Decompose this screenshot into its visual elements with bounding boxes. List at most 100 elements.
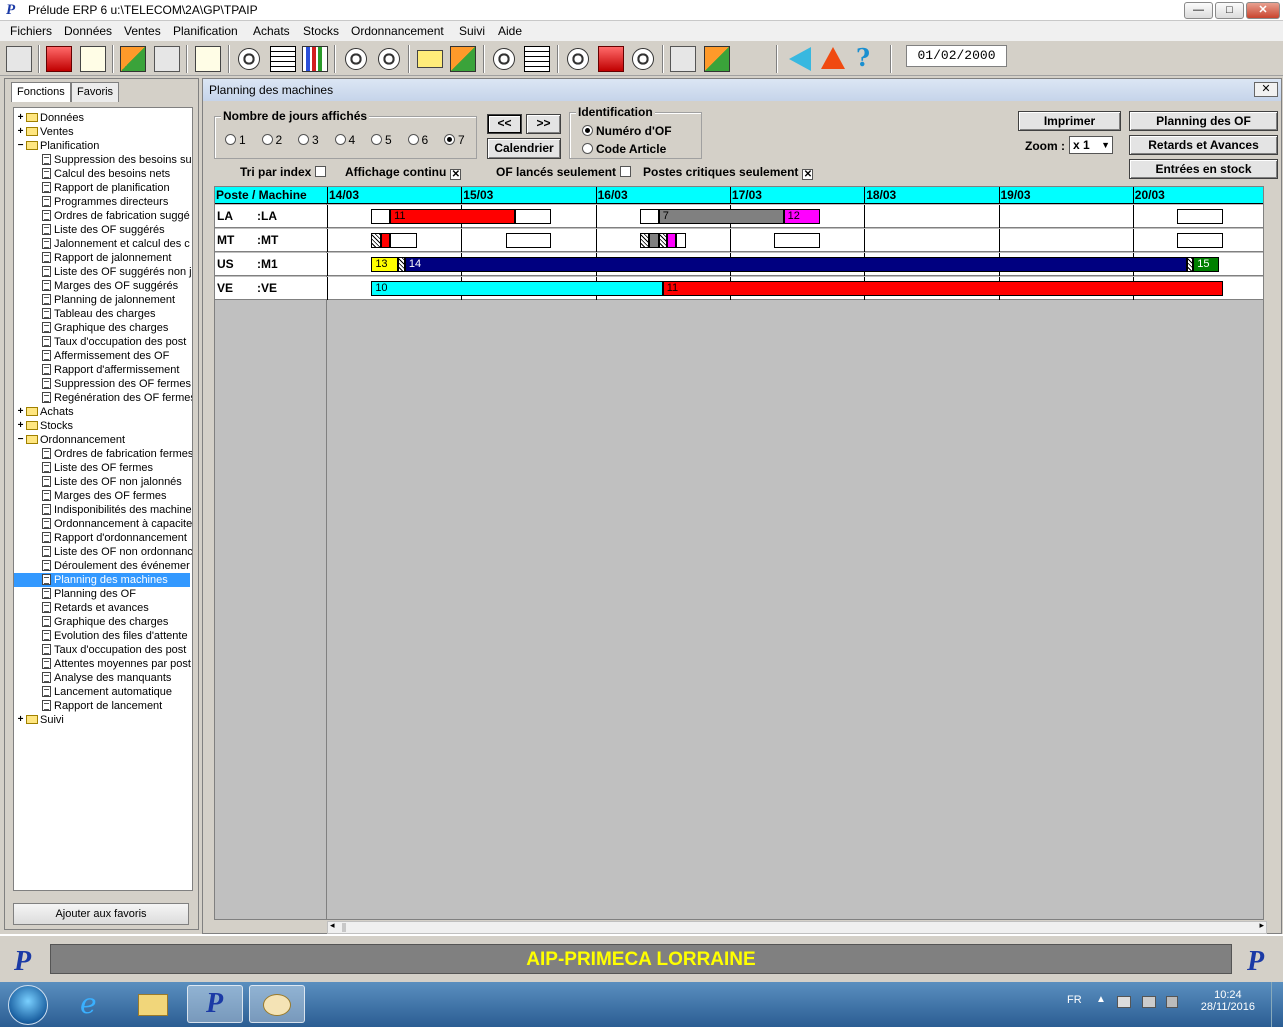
tree-item-38[interactable]: Taux d'occupation des post (42, 643, 186, 657)
network-icon[interactable] (1142, 996, 1156, 1008)
of-bar[interactable] (649, 233, 659, 248)
tree-item-28[interactable]: Indisponibilités des machine (42, 503, 192, 517)
bar-chart-icon[interactable] (302, 46, 328, 72)
taskbar-explorer-icon[interactable] (126, 985, 182, 1023)
tree-item-34[interactable]: Planning des OF (42, 587, 136, 601)
gantt-row[interactable]: MT:MT (215, 229, 1263, 252)
zoom-select[interactable]: x 1 ▼ (1069, 136, 1113, 154)
tree-item-42[interactable]: Rapport de lancement (42, 699, 162, 713)
table-icon[interactable] (270, 46, 296, 72)
tree-item-26[interactable]: Liste des OF non jalonnés (42, 475, 182, 489)
radio-days-4[interactable]: 4 (334, 133, 355, 147)
transfer-icon[interactable] (450, 46, 476, 72)
show-desktop-button[interactable] (1271, 982, 1283, 1027)
window-close-button[interactable]: ✕ (1254, 82, 1278, 97)
expand-icon[interactable]: + (16, 112, 25, 123)
da-icon[interactable] (345, 48, 367, 70)
gantt-row[interactable]: VE:VE 10 11 (215, 277, 1263, 300)
tree-folder-1[interactable]: + Ventes (16, 125, 74, 139)
tree-item-13[interactable]: Planning de jalonnement (42, 293, 175, 307)
of-bar-12[interactable]: 12 (783, 209, 820, 224)
radio-days-5[interactable]: 5 (371, 133, 392, 147)
tree-item-36[interactable]: Graphique des charges (42, 615, 168, 629)
gantt-row[interactable]: US:M1 13 14 15 (215, 253, 1263, 276)
menu-item-aide[interactable]: Aide (498, 24, 522, 38)
tree-item-15[interactable]: Graphique des charges (42, 321, 168, 335)
tree-item-35[interactable]: Retards et avances (42, 601, 149, 615)
calendar-icon[interactable] (195, 46, 221, 72)
tree-item-27[interactable]: Marges des OF fermes (42, 489, 166, 503)
help-icon[interactable]: ? (856, 46, 882, 72)
of-bar-10[interactable]: 10 (371, 281, 663, 296)
taskbar-ie-icon[interactable]: e (64, 985, 120, 1023)
tree-item-18[interactable]: Rapport d'affermissement (42, 363, 179, 377)
of-bar-11[interactable]: 11 (662, 281, 1223, 296)
of-bar-15[interactable]: 15 (1193, 257, 1219, 272)
of-bar[interactable] (515, 209, 552, 224)
next-period-button[interactable]: >> (526, 114, 561, 134)
tree-item-40[interactable]: Analyse des manquants (42, 671, 171, 685)
tree-item-39[interactable]: Attentes moyennes par post (42, 657, 191, 671)
tab-favoris[interactable]: Favoris (71, 82, 120, 102)
envelope-icon[interactable] (417, 50, 443, 68)
tree-item-4[interactable]: Calcul des besoins nets (42, 167, 170, 181)
edit-of-icon[interactable] (598, 46, 624, 72)
of-bar[interactable] (658, 233, 667, 248)
of-bar[interactable] (639, 209, 659, 224)
of-bar[interactable] (380, 233, 391, 248)
radio-code-article[interactable]: Code Article (582, 142, 666, 156)
tree-item-41[interactable]: Lancement automatique (42, 685, 172, 699)
tray-expand-icon[interactable]: ▲ (1096, 994, 1106, 1005)
tree-folder-23[interactable]: − Ordonnancement (16, 433, 125, 447)
expand-icon[interactable]: + (16, 406, 25, 417)
tree-item-19[interactable]: Suppression des OF fermes (42, 377, 191, 391)
clock[interactable]: 10:24 28/11/2016 (1201, 989, 1255, 1013)
radio-days-7[interactable]: 7 (444, 133, 465, 147)
of-bar[interactable] (639, 233, 650, 248)
of-bar[interactable] (666, 233, 677, 248)
tab-fonctions[interactable]: Fonctions (11, 82, 71, 102)
tree-item-11[interactable]: Liste des OF suggérés non j (42, 265, 192, 279)
taskbar-paint-icon[interactable] (249, 985, 305, 1023)
of-bar-11[interactable]: 11 (390, 209, 515, 224)
tree-item-33[interactable]: Planning des machines (14, 573, 190, 587)
collapse-icon[interactable]: − (16, 434, 25, 445)
tree-item-10[interactable]: Rapport de jalonnement (42, 251, 171, 265)
gantt-icon[interactable] (524, 46, 550, 72)
check-of-lances[interactable]: OF lancés seulement (496, 165, 632, 179)
scroll-thumb[interactable] (342, 923, 346, 932)
tree-item-25[interactable]: Liste des OF fermes (42, 461, 153, 475)
menu-item-stocks[interactable]: Stocks (303, 24, 339, 38)
tree-item-32[interactable]: Déroulement des événemer (42, 559, 190, 573)
sales-icon[interactable] (46, 46, 72, 72)
of-bar-13[interactable]: 13 (371, 257, 399, 272)
tree-item-17[interactable]: Affermissement des OF (42, 349, 169, 363)
check-tri-index[interactable]: Tri par index (240, 165, 327, 179)
of-follow-icon[interactable] (632, 48, 654, 70)
volume-muted-icon[interactable] (1166, 996, 1178, 1008)
radio-numero-of[interactable]: Numéro d'OF (582, 124, 672, 138)
menu-item-achats[interactable]: Achats (253, 24, 290, 38)
scroll-left-icon[interactable]: ◂ (330, 920, 335, 931)
check-affichage-continu[interactable]: Affichage continu ✕ (345, 165, 462, 180)
tree-item-14[interactable]: Tableau des charges (42, 307, 156, 321)
check-postes-critiques[interactable]: Postes critiques seulement ✕ (643, 165, 814, 180)
stock-entries-button[interactable]: Entrées en stock (1129, 159, 1278, 179)
arrow-left-icon[interactable] (789, 47, 811, 71)
tree-item-12[interactable]: Marges des OF suggérés (42, 279, 178, 293)
menu-item-ordonnancement[interactable]: Ordonnancement (351, 24, 444, 38)
language-indicator[interactable]: FR (1067, 994, 1082, 1006)
tree-item-7[interactable]: Ordres de fabrication suggé (42, 209, 190, 223)
tree-item-29[interactable]: Ordonnancement à capacite (42, 517, 192, 531)
of-bar[interactable] (1177, 233, 1223, 248)
tree-item-9[interactable]: Jalonnement et calcul des c (42, 237, 190, 251)
start-button[interactable] (8, 985, 48, 1025)
arrow-up-icon[interactable] (821, 47, 845, 69)
expand-icon[interactable]: + (16, 126, 25, 137)
tree-item-24[interactable]: Ordres de fabrication fermes (42, 447, 192, 461)
stock-icon[interactable] (670, 46, 696, 72)
menu-item-fichiers[interactable]: Fichiers (10, 24, 52, 38)
date-field[interactable]: 01/02/2000 (906, 45, 1007, 67)
prev-period-button[interactable]: << (487, 114, 522, 134)
planning-of-button[interactable]: Planning des OF (1129, 111, 1278, 131)
